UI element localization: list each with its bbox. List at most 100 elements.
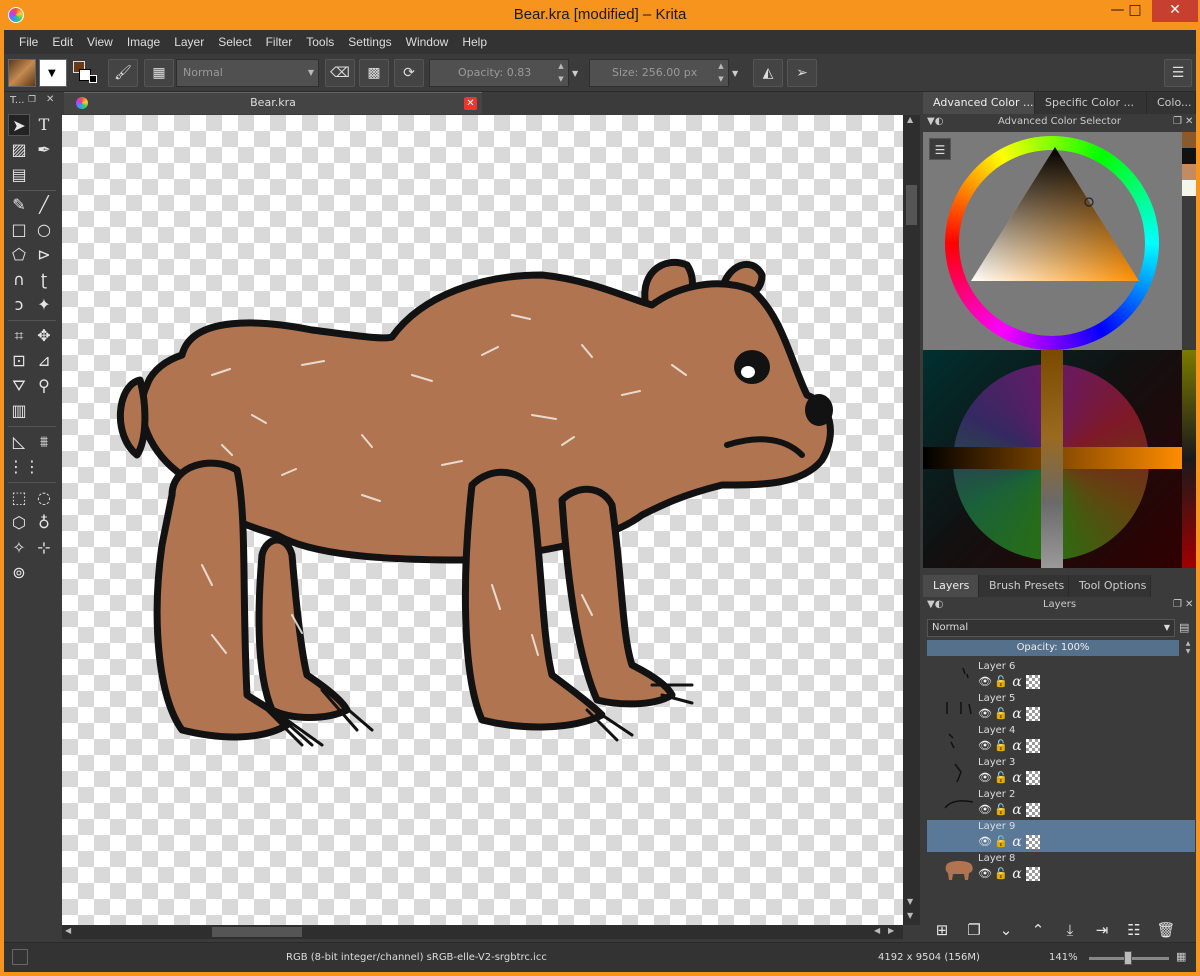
layer-blend-mode-select[interactable]: Normal ▼: [927, 619, 1175, 637]
fill-tool-icon[interactable]: ⛛: [8, 375, 30, 397]
inherit-alpha-icon[interactable]: [1026, 707, 1040, 721]
visibility-eye-icon[interactable]: 👁: [978, 771, 992, 785]
delete-layer-icon[interactable]: 🗑: [1155, 919, 1177, 941]
similar-color-selection-tool-icon[interactable]: ⊹: [33, 537, 55, 559]
opacity-spinner[interactable]: ▲ ▼: [554, 60, 568, 86]
line-tool-icon[interactable]: ╱: [33, 194, 55, 216]
scroll-right-icon[interactable]: ◀: [874, 926, 880, 935]
float-docker-icon[interactable]: ❐: [1173, 597, 1182, 613]
foreground-color-swatch[interactable]: [8, 59, 36, 87]
flatten-layer-icon[interactable]: ⇥: [1091, 919, 1113, 941]
edit-shapes-tool-icon[interactable]: ▨: [8, 139, 30, 161]
size-spinner[interactable]: ▲ ▼: [714, 60, 728, 86]
chevron-down-icon[interactable]: ▼: [572, 69, 578, 78]
document-tab[interactable]: Bear.kra ✕: [64, 92, 482, 114]
rectangle-tool-icon[interactable]: □: [8, 219, 30, 241]
eraser-mode-button[interactable]: ⌫: [325, 59, 355, 87]
visibility-eye-icon[interactable]: 👁: [978, 739, 992, 753]
freehand-brush-tool-icon[interactable]: ✎: [8, 194, 30, 216]
visibility-eye-icon[interactable]: 👁: [978, 675, 992, 689]
text-tool-icon[interactable]: T: [33, 114, 55, 136]
move-layer-up-icon[interactable]: ⌃: [1027, 919, 1049, 941]
lock-icon[interactable]: 🔓: [994, 835, 1008, 849]
drawing-canvas[interactable]: [62, 115, 903, 925]
scroll-down-icon[interactable]: ▼: [907, 897, 913, 906]
tab-tool-options[interactable]: Tool Options: [1069, 575, 1151, 597]
reload-preset-button[interactable]: ⟳: [394, 59, 424, 87]
perspective-grid-tool-icon[interactable]: ⩩: [33, 431, 55, 453]
color-selector-settings-icon[interactable]: ☰: [929, 138, 951, 160]
polygonal-selection-tool-icon[interactable]: ⬡: [8, 512, 30, 534]
merge-layer-icon[interactable]: ⤓: [1059, 919, 1081, 941]
background-color-swatch[interactable]: ▼: [39, 59, 67, 87]
grid-tool-icon[interactable]: ⋮⋮: [8, 456, 40, 478]
alpha-lock-icon[interactable]: α: [1010, 707, 1024, 721]
color-mixer-side-strip[interactable]: [1182, 350, 1196, 568]
preserve-alpha-button[interactable]: ▩: [359, 59, 389, 87]
horizontal-scrollbar[interactable]: ◀ ◀ ▶: [62, 925, 903, 939]
blend-mode-select[interactable]: Normal ▼: [176, 59, 319, 87]
advanced-color-selector[interactable]: ☰: [923, 132, 1182, 350]
move-tool-icon[interactable]: ✥: [33, 325, 55, 347]
layer-row[interactable]: Layer 8 👁 🔓 α: [927, 852, 1195, 884]
layer-properties-icon[interactable]: ☷: [1123, 919, 1145, 941]
docker-collapse-icon[interactable]: ▼◐: [927, 114, 943, 130]
layer-row[interactable]: Layer 2 👁 🔓 α: [927, 788, 1195, 820]
maximize-button[interactable]: □: [1120, 0, 1150, 22]
zoom-slider-handle[interactable]: [1124, 951, 1132, 965]
assistant-tool-icon[interactable]: ◺: [8, 431, 30, 453]
layer-row[interactable]: Layer 3 👁 🔓 α: [927, 756, 1195, 788]
layer-options-icon[interactable]: ▤: [1179, 619, 1195, 637]
opacity-slider[interactable]: Opacity: 0.83 ▲ ▼: [429, 59, 569, 87]
tab-color-palette[interactable]: Colo...: [1147, 92, 1196, 114]
calligraphy-tool-icon[interactable]: ✒: [33, 139, 55, 161]
inherit-alpha-icon[interactable]: [1026, 835, 1040, 849]
ellipse-tool-icon[interactable]: ○: [33, 219, 55, 241]
measure-tool-icon[interactable]: ⊿: [33, 350, 55, 372]
scroll-left-icon[interactable]: ◀: [65, 926, 71, 935]
chevron-down-icon[interactable]: ▼: [732, 69, 738, 78]
lock-icon[interactable]: 🔓: [994, 675, 1008, 689]
inherit-alpha-icon[interactable]: [1026, 739, 1040, 753]
horizontal-scroll-thumb[interactable]: [212, 927, 302, 937]
selection-mode-icon[interactable]: [12, 949, 28, 965]
menu-settings[interactable]: Settings: [341, 30, 398, 54]
inherit-alpha-icon[interactable]: [1026, 803, 1040, 817]
docker-collapse-icon[interactable]: ▼◐: [927, 597, 943, 613]
alpha-lock-icon[interactable]: α: [1010, 803, 1024, 817]
freehand-path-tool-icon[interactable]: ʈ: [33, 269, 55, 291]
vertical-scroll-thumb[interactable]: [906, 185, 917, 225]
layer-row[interactable]: Layer 6 👁 🔓 α: [927, 660, 1195, 692]
elliptical-selection-tool-icon[interactable]: ◌: [33, 487, 55, 509]
lock-icon[interactable]: 🔓: [994, 707, 1008, 721]
duplicate-layer-icon[interactable]: ❐: [963, 919, 985, 941]
transform-tool-icon[interactable]: ⊡: [8, 350, 30, 372]
menu-help[interactable]: Help: [455, 30, 494, 54]
layer-opacity-slider[interactable]: Opacity: 100%: [927, 640, 1179, 656]
brush-preset-button[interactable]: 🖌: [108, 59, 138, 87]
layer-opacity-spinner[interactable]: ▲ ▼: [1181, 640, 1195, 656]
menu-image[interactable]: Image: [120, 30, 167, 54]
color-mixer-square[interactable]: [923, 350, 1182, 568]
scroll-down-icon[interactable]: ▼: [907, 911, 913, 920]
tab-advanced-color-selector[interactable]: Advanced Color ...: [923, 92, 1035, 114]
freehand-selection-tool-icon[interactable]: ♁: [33, 512, 55, 534]
color-picker-tool-icon[interactable]: ⚲: [33, 375, 55, 397]
saturation-value-triangle[interactable]: [971, 147, 1141, 297]
inherit-alpha-icon[interactable]: [1026, 867, 1040, 881]
menu-layer[interactable]: Layer: [167, 30, 211, 54]
close-docker-icon[interactable]: ✕: [1185, 597, 1193, 613]
recent-color-swatch[interactable]: [1182, 180, 1196, 196]
pattern-button[interactable]: ▦: [144, 59, 174, 87]
color-swap-icon[interactable]: [71, 59, 99, 87]
visibility-eye-icon[interactable]: 👁: [978, 803, 992, 817]
mirror-horizontal-button[interactable]: ◭: [753, 59, 783, 87]
tab-specific-color-selector[interactable]: Specific Color ...: [1035, 92, 1147, 114]
visibility-eye-icon[interactable]: 👁: [978, 707, 992, 721]
inherit-alpha-icon[interactable]: [1026, 771, 1040, 785]
lock-icon[interactable]: 🔓: [994, 867, 1008, 881]
polygon-tool-icon[interactable]: ⬠: [8, 244, 30, 266]
move-layer-down-icon[interactable]: ⌄: [995, 919, 1017, 941]
vertical-scrollbar[interactable]: ▲ ▼ ▼: [903, 115, 920, 925]
hamburger-menu-icon[interactable]: ☰: [1164, 59, 1192, 87]
